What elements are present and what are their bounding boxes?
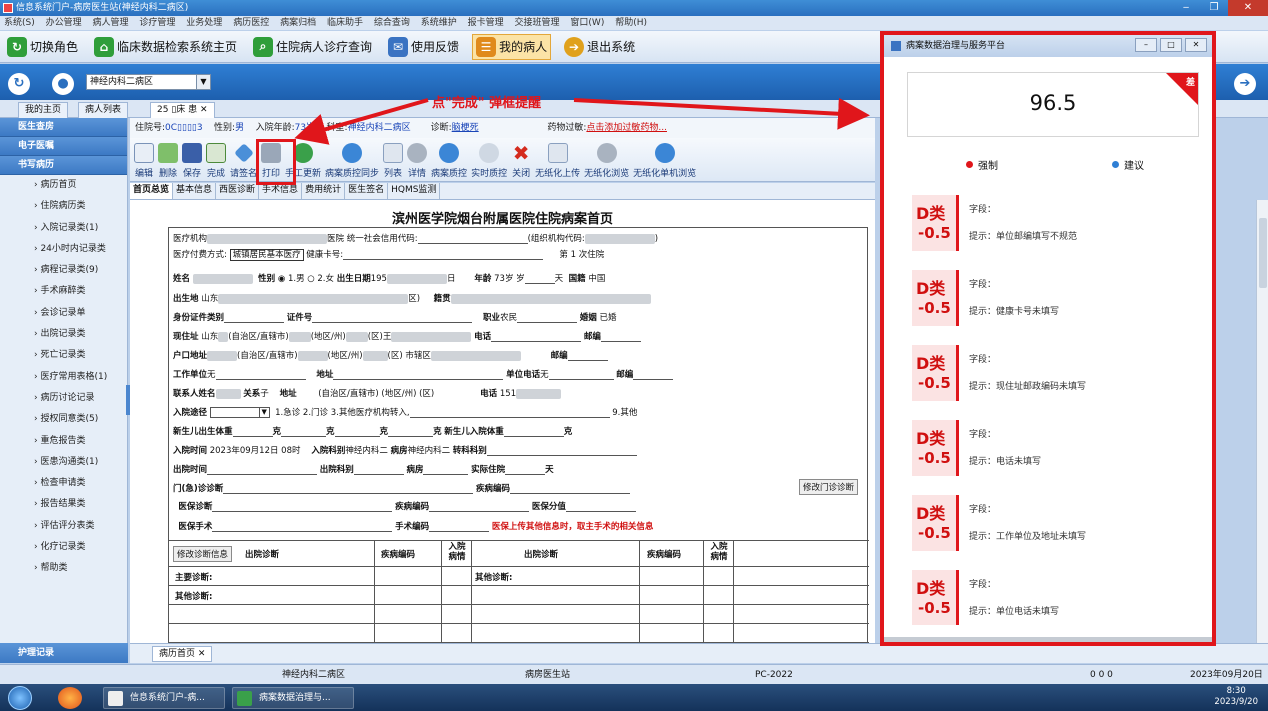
issue-class: D类: [916, 279, 946, 298]
issue-class: D类: [916, 504, 946, 523]
dialog-minimize-button[interactable]: –: [1135, 38, 1157, 52]
issue-badge: D类 -0.5: [912, 345, 959, 401]
issue-card[interactable]: D类 -0.5 字段： 提示：健康卡号未填写: [912, 270, 1202, 326]
legend-suggest: 建议: [1112, 157, 1144, 172]
issue-class: D类: [916, 579, 946, 598]
dialog-title: 病案数据治理与服务平台: [906, 41, 1006, 51]
arrow-to-complete: [294, 98, 429, 145]
issue-score: -0.5: [918, 224, 951, 242]
suggest-dot-icon: [1112, 161, 1119, 168]
issue-score: -0.5: [918, 299, 951, 317]
issue-tip: 提示：单位电话未填写: [969, 607, 1060, 617]
issue-score: -0.5: [918, 374, 951, 392]
issue-badge: D类 -0.5: [912, 195, 959, 251]
legend-suggest-label: 建议: [1124, 161, 1144, 172]
issue-list: D类 -0.5 字段： 提示：单位邮编填写不规范 D类 -0.5 字段： 提示：健康卡号未填写…: [912, 195, 1212, 625]
governance-dialog: 病案数据治理与服务平台 – □ ✕ 96.5 差 强制 建议 D类 -0.5 字段：…: [880, 31, 1216, 646]
dialog-horizontal-scrollbar[interactable]: [884, 637, 1212, 642]
quality-score: 96.5: [1029, 91, 1077, 115]
issue-class: D类: [916, 204, 946, 223]
dialog-app-icon: [891, 41, 901, 51]
issue-badge: D类 -0.5: [912, 495, 959, 551]
arrow-to-dialog: [573, 97, 870, 130]
issue-badge: D类 -0.5: [912, 570, 959, 625]
force-dot-icon: [966, 161, 973, 168]
issue-card[interactable]: D类 -0.5 字段： 提示：工作单位及地址未填写: [912, 495, 1202, 551]
issue-field: 字段：: [969, 205, 997, 215]
issue-card[interactable]: D类 -0.5 字段： 提示：现住址邮政编码未填写: [912, 345, 1202, 401]
grade-badge-text: 差: [1185, 78, 1195, 88]
issue-class: D类: [916, 429, 946, 448]
quality-score-box: 96.5 差: [907, 72, 1199, 137]
issue-class: D类: [916, 354, 946, 373]
issue-field: 字段：: [969, 580, 997, 590]
issue-badge: D类 -0.5: [912, 420, 959, 476]
issue-tip: 提示：工作单位及地址未填写: [969, 532, 1087, 542]
issue-card[interactable]: D类 -0.5 字段： 提示：单位电话未填写: [912, 570, 1202, 625]
issue-score: -0.5: [918, 449, 951, 467]
legend-force-label: 强制: [978, 161, 998, 172]
issue-tip: 提示：单位邮编填写不规范: [969, 232, 1078, 242]
issue-card[interactable]: D类 -0.5 字段： 提示：电话未填写: [912, 420, 1202, 476]
issue-field: 字段：: [969, 430, 997, 440]
issue-field: 字段：: [969, 355, 997, 365]
issue-field: 字段：: [969, 505, 997, 515]
issue-score: -0.5: [918, 599, 951, 617]
issue-score: -0.5: [918, 524, 951, 542]
issue-tip: 提示：现住址邮政编码未填写: [969, 382, 1087, 392]
issue-tip: 提示：健康卡号未填写: [969, 307, 1060, 317]
dialog-title-bar: 病案数据治理与服务平台 – □ ✕: [884, 35, 1212, 57]
issue-card[interactable]: D类 -0.5 字段： 提示：单位邮编填写不规范: [912, 195, 1202, 251]
issue-badge: D类 -0.5: [912, 270, 959, 326]
legend-force: 强制: [966, 157, 998, 172]
issue-tip: 提示：电话未填写: [969, 457, 1042, 467]
dialog-close-button[interactable]: ✕: [1185, 38, 1207, 52]
dialog-maximize-button[interactable]: □: [1160, 38, 1182, 52]
issue-field: 字段：: [969, 280, 997, 290]
